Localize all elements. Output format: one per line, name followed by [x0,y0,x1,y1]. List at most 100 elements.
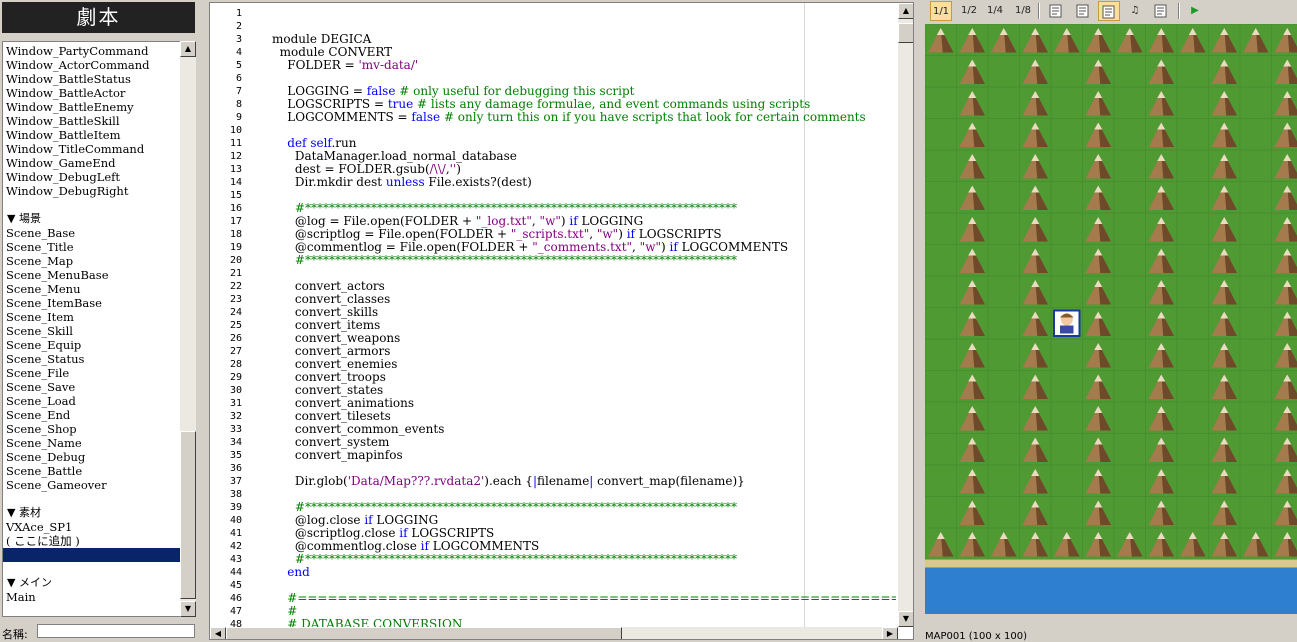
code-token: if [364,513,372,527]
script-list-item[interactable]: Window_BattleStatus [6,72,131,86]
code-token: LOGCOMMENTS [678,240,788,254]
script-list-item[interactable]: Window_DebugLeft [6,170,120,184]
script-list-item[interactable]: Window_BattleItem [6,128,121,142]
code-token: , [589,227,597,241]
script-list-item[interactable]: Scene_Load [6,394,76,408]
script-list-item[interactable]: Scene_File [6,366,69,380]
code-token: end [287,565,310,579]
playtest-icon[interactable]: ▶ [1184,1,1206,21]
code-token: "_comments.txt" [532,240,632,254]
script-section-header[interactable]: ▼ 素材 [7,506,41,520]
script-section-header[interactable]: ▼ 場景 [7,212,41,226]
script-list-item[interactable]: Window_BattleActor [6,86,125,100]
script-list-item[interactable]: ( ここに追加 ) [6,534,80,548]
script-list-item[interactable]: VXAce_SP1 [6,520,72,534]
script-list-item[interactable]: Scene_Title [6,240,74,254]
editor-vertical-scrollbar[interactable]: ▲ ▼ [898,3,914,627]
scroll-right-icon[interactable]: ▶ [882,627,898,640]
line-number: 42 [210,540,242,553]
script-editor-icon[interactable] [1098,1,1120,21]
code-line[interactable]: FOLDER = 'mv-data/' [272,59,418,72]
script-list-item[interactable]: Scene_Debug [6,450,85,464]
script-list-item[interactable]: Scene_End [6,408,70,422]
code-area[interactable]: module DEGICA module CONVERT FOLDER = 'm… [272,3,896,628]
code-token: "w" [597,227,618,241]
script-list-item[interactable]: Scene_Name [6,436,82,450]
database-icon[interactable] [1045,1,1067,21]
code-line[interactable]: end [272,566,310,579]
script-list-item[interactable]: Window_BattleSkill [6,114,120,128]
code-token: convert_states [272,383,383,397]
script-list-item[interactable]: Window_DebugRight [6,184,128,198]
code-line[interactable]: convert_mapinfos [272,449,403,462]
code-token [272,136,287,150]
script-list-item[interactable]: Scene_Gameover [6,478,107,492]
scroll-thumb[interactable] [226,627,622,640]
line-number: 17 [210,215,242,228]
code-token: @log = File.open(FOLDER + [272,214,476,228]
editor-horizontal-scrollbar[interactable]: ◀ ▶ [210,627,898,640]
code-token: convert_armors [272,344,390,358]
scroll-down-icon[interactable]: ▼ [898,611,914,627]
script-list-item[interactable]: Scene_Item [6,310,74,324]
scroll-left-icon[interactable]: ◀ [210,627,226,640]
script-list-item[interactable]: Scene_Shop [6,422,77,436]
code-editor[interactable]: 1234567891011121314151617181920212223242… [209,2,914,640]
map-tiles[interactable] [925,24,1297,614]
zoom-1-1-icon[interactable]: 1/1 [930,1,952,21]
script-list-item[interactable]: Scene_ItemBase [6,296,102,310]
script-list-item[interactable]: Scene_Status [6,352,84,366]
code-line[interactable]: #***************************************… [272,254,737,267]
code-line[interactable]: Dir.mkdir dest unless File.exists?(dest) [272,176,532,189]
code-token: #***************************************… [272,201,737,215]
scroll-thumb[interactable] [180,431,196,599]
script-list-item[interactable]: Scene_Equip [6,338,81,352]
script-list-item[interactable]: Scene_Base [6,226,75,240]
code-line[interactable]: #=======================================… [272,592,896,605]
scroll-down-icon[interactable]: ▼ [180,601,196,617]
script-list-scrollbar[interactable]: ▲ ▼ [180,41,196,617]
script-list-item[interactable]: Main [6,590,36,604]
line-number: 21 [210,267,242,280]
script-list[interactable]: Window_PartyCommandWindow_ActorCommandWi… [2,41,182,617]
scroll-up-icon[interactable]: ▲ [898,3,914,19]
script-list-item[interactable]: Window_TitleCommand [6,142,144,156]
code-token: ) [618,227,627,241]
script-list-item[interactable]: Scene_MenuBase [6,268,109,282]
script-list-item[interactable]: Window_ActorCommand [6,58,150,72]
character-generator-icon[interactable] [1150,1,1172,21]
script-list-item[interactable]: Window_BattleEnemy [6,100,134,114]
line-number: 22 [210,280,242,293]
script-list-item[interactable]: Scene_Menu [6,282,80,296]
sound-test-icon[interactable]: ♫ [1124,1,1146,21]
script-list-item[interactable]: Scene_Skill [6,324,73,338]
code-token: convert_map(filename)} [593,474,744,488]
player-start-icon[interactable] [1054,311,1080,337]
zoom-1-4-icon[interactable]: 1/4 [984,1,1006,21]
zoom-1-8-icon[interactable]: 1/8 [1012,1,1034,21]
script-list-item[interactable]: Scene_Save [6,380,75,394]
line-number: 2 [210,20,242,33]
code-line[interactable]: #***************************************… [272,553,737,566]
map-panel: 1/11/21/41/8♫▶ MAP001 (100 x 100) [922,0,1297,640]
script-section-header[interactable]: ▼ メイン [7,576,52,590]
resource-manager-icon[interactable] [1072,1,1094,21]
code-token: if [669,240,677,254]
map-canvas[interactable] [925,24,1297,614]
line-number: 26 [210,332,242,345]
code-token: @commentlog.close [272,539,421,553]
line-number: 20 [210,254,242,267]
code-line[interactable]: LOGCOMMENTS = false # only turn this on … [272,111,866,124]
zoom-1-2-icon[interactable]: 1/2 [958,1,980,21]
script-name-input[interactable] [37,624,195,638]
script-list-item[interactable]: Scene_Battle [6,464,82,478]
code-line[interactable]: Dir.glob('Data/Map???.rvdata2').each {|f… [272,475,745,488]
code-token: "_scripts.txt" [511,227,589,241]
script-list-item[interactable]: Window_GameEnd [6,156,116,170]
script-list-item[interactable]: Scene_Map [6,254,73,268]
scroll-up-icon[interactable]: ▲ [180,41,196,57]
selected-script-row[interactable] [3,548,181,562]
scroll-thumb[interactable] [898,23,914,43]
line-number: 29 [210,371,242,384]
script-list-item[interactable]: Window_PartyCommand [6,44,148,58]
